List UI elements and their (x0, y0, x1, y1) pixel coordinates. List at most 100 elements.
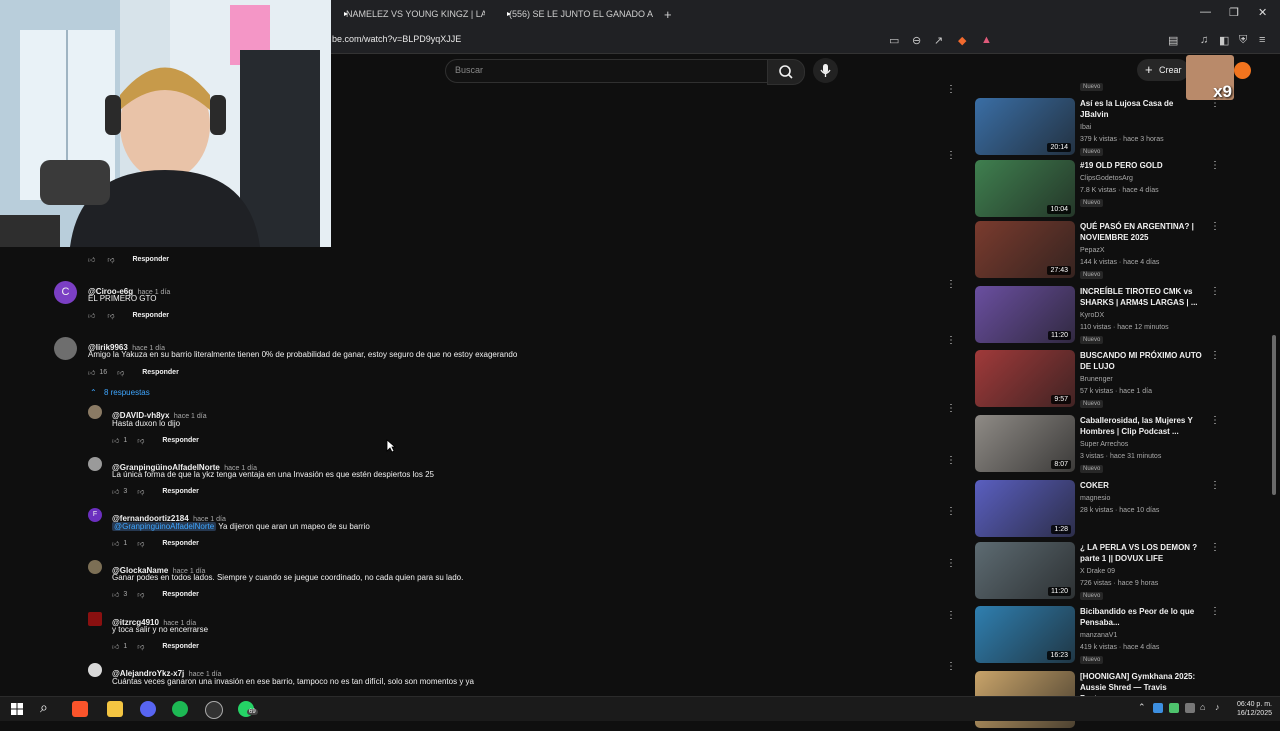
tray-app-icon[interactable] (1153, 703, 1163, 713)
video-menu-icon[interactable]: ⋮ (1210, 160, 1220, 171)
reply-button[interactable]: Responder (132, 312, 169, 319)
reply-button[interactable]: Responder (162, 540, 199, 547)
video-card[interactable]: 9:57 BUSCANDO MI PRÓXIMO AUTO DE LUJO Brun… (975, 350, 1225, 410)
like-icon[interactable]: 👍︎ (88, 255, 95, 264)
video-title[interactable]: QUÉ PASÓ EN ARGENTINA? | NOVIEMBRE 2025 (1080, 221, 1202, 243)
reply-button[interactable]: Responder (162, 591, 199, 598)
video-thumbnail[interactable]: 20:14 (975, 98, 1075, 155)
dislike-icon[interactable]: 👎︎ (137, 642, 144, 651)
video-title[interactable]: COKER (1080, 480, 1202, 491)
avatar[interactable]: F (88, 508, 102, 522)
restore-button[interactable]: ❐ (1229, 6, 1239, 19)
video-card[interactable]: 20:14 Así es la Lujosa Casa de JBalvin Iba… (975, 98, 1225, 158)
video-thumbnail[interactable]: 27:43 (975, 221, 1075, 278)
video-thumbnail[interactable]: 8:07 (975, 415, 1075, 472)
reply-button[interactable]: Responder (162, 437, 199, 444)
more-icon[interactable]: ⋮ (946, 84, 956, 95)
zoom-icon[interactable]: ⊖ (912, 34, 921, 47)
url-field[interactable]: be.com/watch?v=BLPD9yqXJJE (332, 34, 461, 44)
video-channel[interactable]: KyroDX (1080, 310, 1104, 322)
system-clock[interactable]: 06:40 p. m. 16/12/2025 (1237, 700, 1272, 718)
dislike-icon[interactable]: 👎︎ (137, 487, 144, 496)
video-card[interactable]: 16:23 Bicibandido es Peor de lo que Pensa… (975, 606, 1225, 666)
video-channel[interactable]: manzanaV1 (1080, 630, 1117, 642)
menu-icon[interactable]: ≡ (1259, 34, 1265, 46)
avatar[interactable]: C (54, 281, 77, 304)
brave-rewards-icon[interactable]: ▲ (981, 34, 992, 46)
like-icon[interactable]: 👍︎ (112, 436, 119, 445)
video-channel[interactable]: ClipsGodetosArg (1080, 173, 1133, 185)
brave-shield-icon[interactable]: ◆ (958, 34, 966, 47)
video-channel[interactable]: magnesio (1080, 493, 1110, 505)
create-button[interactable]: + Crear (1137, 59, 1189, 81)
sidebar-icon[interactable]: ◧ (1219, 34, 1229, 47)
video-card[interactable]: 10:04 #19 OLD PERO GOLD ClipsGodetosArg 7.8… (975, 160, 1225, 220)
more-icon[interactable]: ⋮ (946, 150, 956, 161)
video-title[interactable]: Bicibandido es Peor de lo que Pensaba... (1080, 606, 1202, 628)
mention-link[interactable]: @GranpingüinoAlfadelNorte (112, 522, 217, 531)
video-thumbnail[interactable]: 16:23 (975, 606, 1075, 663)
video-title[interactable]: ¿ LA PERLA VS LOS DEMON ? parte 1 || DOV… (1080, 542, 1202, 564)
tray-app-icon[interactable] (1169, 703, 1179, 713)
reply-button[interactable]: Responder (142, 369, 179, 376)
video-thumbnail[interactable]: 1:28 (975, 480, 1075, 537)
tray-chevron-icon[interactable]: ⌃ (1138, 702, 1146, 713)
video-title[interactable]: INCREÍBLE TIROTEO CMK vs SHARKS | ARM4S … (1080, 286, 1202, 308)
search-button[interactable] (767, 59, 805, 85)
avatar[interactable] (88, 405, 102, 419)
tray-app-icon[interactable] (1185, 703, 1195, 713)
close-window-button[interactable]: ✕ (1258, 6, 1267, 19)
screen-icon[interactable]: ▭ (889, 34, 899, 47)
reader-icon[interactable]: ▤ (1168, 34, 1178, 47)
video-card[interactable]: 8:07 Caballerosidad, las Mujeres Y Hombre… (975, 415, 1225, 475)
video-thumbnail[interactable]: 11:20 (975, 542, 1075, 599)
brave-browser-icon[interactable] (72, 701, 88, 717)
dislike-icon[interactable]: 👎︎ (137, 539, 144, 548)
avatar[interactable] (88, 663, 102, 677)
comment-menu-icon[interactable]: ⋮ (946, 335, 956, 346)
video-card[interactable]: 27:43 QUÉ PASÓ EN ARGENTINA? | NOVIEMBRE … (975, 221, 1225, 281)
like-icon[interactable]: 👍︎ (112, 642, 119, 651)
search-input[interactable]: Buscar (445, 59, 768, 83)
file-explorer-icon[interactable] (107, 701, 123, 717)
dislike-icon[interactable]: 👎︎ (137, 590, 144, 599)
dislike-icon[interactable]: 👎︎ (107, 311, 114, 320)
like-icon[interactable]: 👍︎ (88, 311, 95, 320)
network-icon[interactable]: ⌂ (1200, 702, 1205, 712)
video-card[interactable]: 1:28 COKER magnesio 28 k vistas · hace 10 d… (975, 480, 1225, 540)
video-menu-icon[interactable]: ⋮ (1210, 98, 1220, 109)
video-title[interactable]: Así es la Lujosa Casa de JBalvin (1080, 98, 1202, 120)
like-icon[interactable]: 👍︎ (112, 487, 119, 496)
minimize-button[interactable]: — (1200, 6, 1211, 18)
volume-icon[interactable]: ♪ (1215, 702, 1220, 712)
video-card[interactable]: 11:20 ¿ LA PERLA VS LOS DEMON ? parte 1 |… (975, 542, 1225, 602)
comment-menu-icon[interactable]: ⋮ (946, 610, 956, 621)
avatar[interactable] (88, 457, 102, 471)
video-menu-icon[interactable]: ⋮ (1210, 286, 1220, 297)
replies-toggle[interactable]: ⌃ 8 respuestas (90, 388, 150, 397)
spotify-icon[interactable] (172, 701, 188, 717)
browser-tab[interactable]: NAMELEZ VS YOUNG KINGZ | LARG (340, 4, 485, 24)
comment-menu-icon[interactable]: ⋮ (946, 506, 956, 517)
search-icon[interactable]: ⌕ (40, 699, 56, 715)
video-menu-icon[interactable]: ⋮ (1210, 606, 1220, 617)
dislike-icon[interactable]: 👎︎ (117, 368, 124, 377)
windows-start-icon[interactable] (9, 701, 25, 717)
comment-menu-icon[interactable]: ⋮ (946, 455, 956, 466)
reply-button[interactable]: Responder (162, 488, 199, 495)
video-thumbnail[interactable]: 11:20 (975, 286, 1075, 343)
reply-button[interactable]: Responder (162, 643, 199, 650)
video-title[interactable]: Caballerosidad, las Mujeres Y Hombres | … (1080, 415, 1202, 437)
like-icon[interactable]: 👍︎ (112, 539, 119, 548)
video-menu-icon[interactable]: ⋮ (1210, 221, 1220, 232)
video-menu-icon[interactable]: ⋮ (1210, 480, 1220, 491)
avatar[interactable] (1234, 62, 1251, 79)
video-channel[interactable]: Brunenger (1080, 374, 1113, 386)
video-title[interactable]: #19 OLD PERO GOLD (1080, 160, 1202, 171)
reply-button[interactable]: Responder (132, 256, 169, 263)
music-icon[interactable]: ♫ (1200, 34, 1208, 46)
comment-menu-icon[interactable]: ⋮ (946, 279, 956, 290)
vpn-icon[interactable]: ⛨ (1239, 34, 1247, 47)
comment-menu-icon[interactable]: ⋮ (946, 403, 956, 414)
video-channel[interactable]: PepazX (1080, 245, 1105, 257)
